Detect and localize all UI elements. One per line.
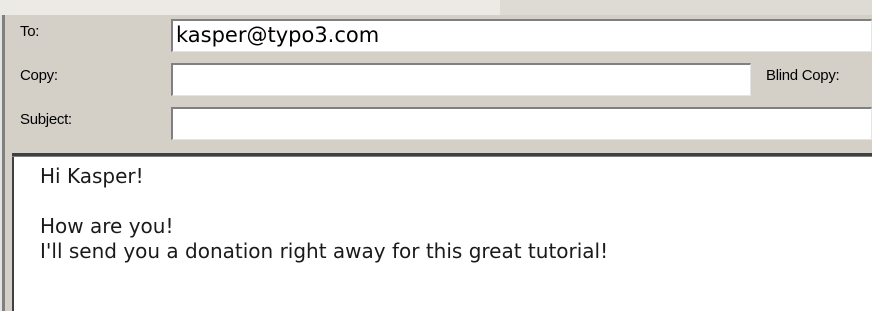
blind-copy-label: Blind Copy: [766, 67, 840, 84]
left-border [0, 15, 5, 311]
subject-field[interactable] [171, 107, 872, 140]
copy-field[interactable] [171, 63, 751, 96]
message-line: How are you! [40, 214, 174, 238]
message-body-textarea[interactable]: Hi Kasper! How are you! I'll send you a … [12, 157, 872, 311]
to-field[interactable]: kasper@typo3.com [171, 19, 872, 52]
message-line: Hi Kasper! [40, 164, 144, 188]
copy-label: Copy: [20, 67, 58, 84]
to-label: To: [20, 23, 40, 40]
address-header-panel: To: kasper@typo3.com Copy: Blind Copy: S… [12, 15, 872, 147]
message-line [40, 189, 872, 214]
tab-edge [500, 0, 872, 15]
top-strip [0, 0, 872, 15]
email-compose-window: To: kasper@typo3.com Copy: Blind Copy: S… [0, 0, 872, 311]
subject-label: Subject: [20, 111, 72, 128]
message-line: I'll send you a donation right away for … [40, 239, 609, 263]
